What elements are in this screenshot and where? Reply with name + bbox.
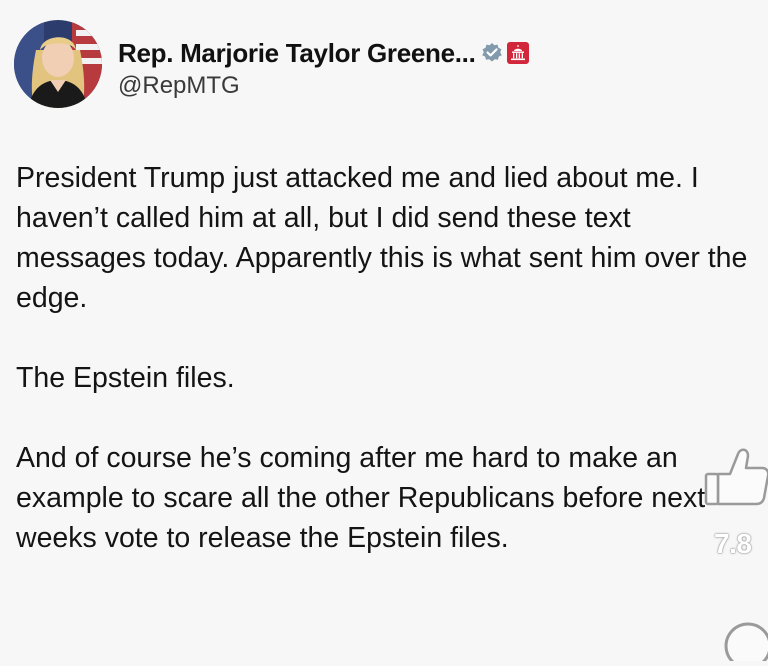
comment-bubble-icon[interactable]: [716, 614, 768, 666]
avatar[interactable]: [14, 20, 102, 108]
author-handle[interactable]: @RepMTG: [118, 72, 529, 100]
tweet-card: Rep. Marjorie Taylor Greene... @RepMTG P…: [0, 0, 768, 661]
tweet-paragraph-2: The Epstein files.: [16, 362, 235, 394]
tweet-header: Rep. Marjorie Taylor Greene... @RepMTG: [14, 20, 529, 108]
like-count: 7.8: [714, 528, 752, 559]
thumbs-up-icon[interactable]: [704, 444, 768, 510]
author-display-name[interactable]: Rep. Marjorie Taylor Greene...: [118, 38, 476, 69]
tweet-paragraph-1: President Trump just attacked me and lie…: [16, 162, 748, 314]
verified-badge-icon: [481, 42, 503, 64]
tweet-paragraph-3: And of course he’s coming after me hard …: [16, 442, 706, 554]
capitol-building-icon: [506, 42, 529, 64]
tweet-body: President Trump just attacked me and lie…: [16, 158, 756, 558]
author-identity: Rep. Marjorie Taylor Greene... @RepMTG: [118, 20, 529, 100]
name-row: Rep. Marjorie Taylor Greene...: [118, 36, 529, 70]
